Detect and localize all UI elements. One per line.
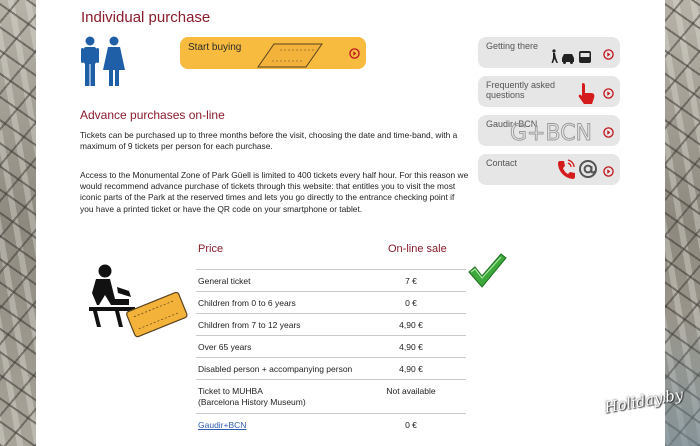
- svg-text:G+BCN: G+BCN: [510, 121, 592, 145]
- online-sale-column-header: On-line sale: [388, 243, 447, 255]
- price-column-header: Price: [198, 243, 224, 255]
- row-value: 4,90 €: [399, 320, 423, 330]
- advance-paragraph-1: Tickets can be purchased up to three mon…: [80, 130, 458, 152]
- row-name: Children from 0 to 6 years: [198, 298, 296, 308]
- sidebar-getting-there[interactable]: Getting there: [478, 37, 620, 68]
- row-name: Disabled person + accompanying person: [198, 364, 353, 374]
- sidebar-faq[interactable]: Frequently asked questions: [478, 76, 620, 107]
- table-row: Disabled person + accompanying person 4,…: [196, 357, 466, 379]
- row-name: Ticket to MUHBA (Barcelona History Museu…: [198, 386, 306, 407]
- advance-paragraph-2: Access to the Monumental Zone of Park Gü…: [80, 170, 469, 214]
- people-icon: [81, 36, 125, 86]
- row-name: Children from 7 to 12 years: [198, 320, 301, 330]
- arrow-circle-icon: [349, 48, 360, 59]
- table-row: Over 65 years 4,90 €: [196, 335, 466, 357]
- at-sign-icon: [579, 160, 597, 178]
- row-value: 0 €: [405, 298, 417, 308]
- pointing-hand-icon: [578, 83, 595, 104]
- gaudir-bcn-logo: G+BCN: [510, 121, 593, 145]
- checkmark-icon: [468, 253, 507, 288]
- sidebar-gaudir-bcn[interactable]: Gaudir+BCN G+BCN: [478, 115, 620, 146]
- table-row: Gaudir+BCN 0 €: [196, 413, 466, 435]
- phone-icon: [558, 159, 575, 179]
- arrow-circle-icon: [603, 127, 614, 138]
- mosaic-background-left: [0, 0, 36, 446]
- table-row: Children from 0 to 6 years 0 €: [196, 291, 466, 313]
- content-page: Individual purchase Start buying Advance…: [36, 0, 665, 446]
- start-buying-label: Start buying: [188, 42, 242, 53]
- price-table-header: Price On-line sale: [196, 241, 466, 269]
- table-row: Ticket to MUHBA (Barcelona History Museu…: [196, 379, 466, 413]
- mosaic-background-right: [665, 0, 700, 446]
- advance-purchases-heading: Advance purchases on-line: [80, 108, 225, 122]
- gaudir-bcn-link[interactable]: Gaudir+BCN: [198, 420, 246, 430]
- arrow-circle-icon: [603, 49, 614, 60]
- sidebar-contact[interactable]: Contact: [478, 154, 620, 185]
- row-value: 0 €: [405, 420, 417, 430]
- table-row: Children from 7 to 12 years 4,90 €: [196, 313, 466, 335]
- sidebar-item-label: Contact: [486, 158, 518, 168]
- price-table: Price On-line sale General ticket 7 € Ch…: [196, 241, 466, 435]
- page-title: Individual purchase: [81, 9, 211, 26]
- row-value: 7 €: [405, 276, 417, 286]
- ticket-icon: [257, 43, 323, 68]
- transport-icons: [551, 49, 591, 64]
- person-at-desk-with-ticket-icon: [89, 264, 188, 338]
- start-buying-button[interactable]: Start buying: [180, 37, 366, 69]
- arrow-circle-icon: [603, 88, 614, 99]
- row-value: 4,90 €: [399, 342, 423, 352]
- row-name: General ticket: [198, 276, 251, 286]
- table-row: General ticket 7 €: [196, 269, 466, 291]
- sidebar-item-label: Frequently asked questions: [486, 80, 556, 100]
- row-value: 4,90 €: [399, 364, 423, 374]
- row-value: Not available: [386, 386, 436, 396]
- arrow-circle-icon: [603, 166, 614, 177]
- row-name: Over 65 years: [198, 342, 252, 352]
